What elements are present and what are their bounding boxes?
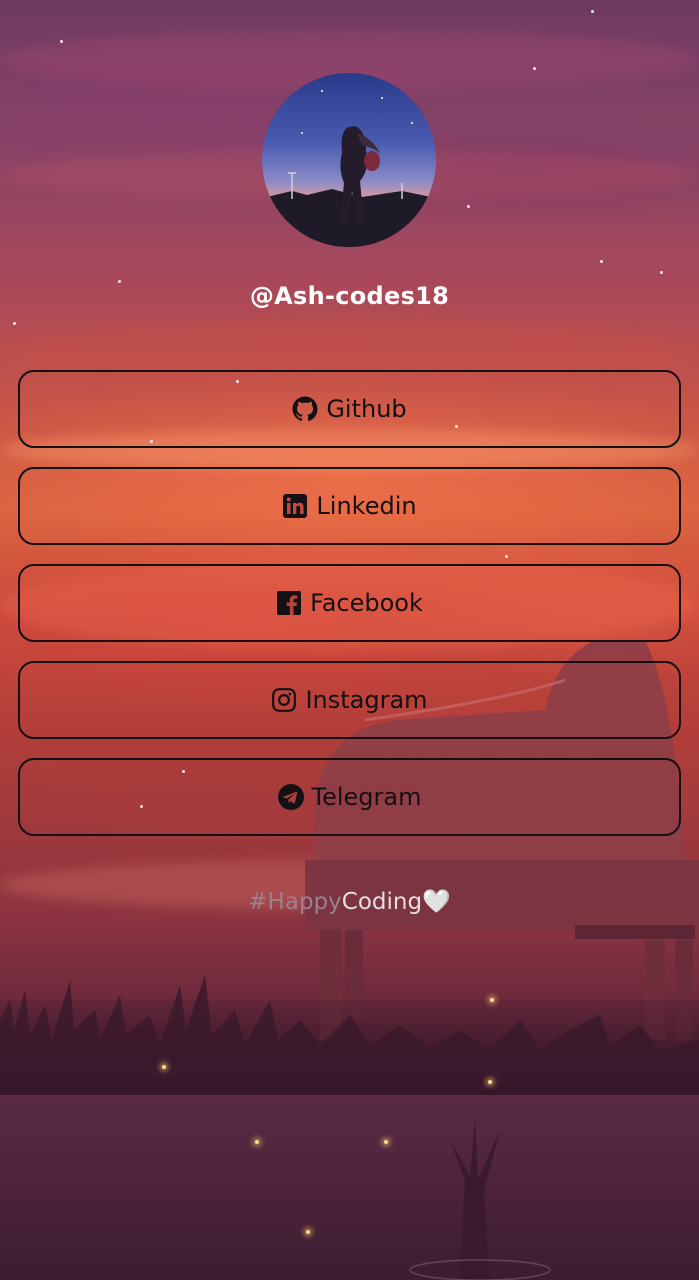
github-link-button[interactable]: Github (18, 370, 681, 448)
instagram-icon (271, 687, 297, 713)
star (600, 260, 603, 263)
firefly (488, 1080, 492, 1084)
star (60, 40, 63, 43)
firefly (306, 1230, 310, 1234)
page-background: @Ash-codes18 Github Linkedin Facebook In… (0, 0, 699, 1280)
firefly (384, 1140, 388, 1144)
star (533, 67, 536, 70)
telegram-link-button[interactable]: Telegram (18, 758, 681, 836)
telegram-label: Telegram (311, 783, 422, 811)
firefly (255, 1140, 259, 1144)
reeds-silhouette (409, 1120, 551, 1280)
tagline-hash: #Happy (248, 889, 342, 915)
grass-silhouette (0, 975, 699, 1070)
star (467, 205, 470, 208)
avatar (262, 73, 436, 247)
linkedin-link-button[interactable]: Linkedin (18, 467, 681, 545)
firefly (490, 998, 494, 1002)
facebook-link-button[interactable]: Facebook (18, 564, 681, 642)
footer-tagline: #HappyCoding🤍 (0, 888, 699, 915)
star (660, 271, 663, 274)
telegram-icon (277, 784, 304, 810)
star (13, 322, 16, 325)
link-list: Github Linkedin Facebook Instagram Teleg (18, 370, 681, 855)
facebook-icon (276, 590, 302, 616)
star (591, 10, 594, 13)
water-reflection (0, 1095, 699, 1280)
linkedin-label: Linkedin (316, 492, 417, 520)
username: @Ash-codes18 (249, 282, 450, 310)
linkedin-icon (282, 493, 308, 519)
github-icon (292, 396, 318, 422)
instagram-label: Instagram (305, 686, 428, 714)
instagram-link-button[interactable]: Instagram (18, 661, 681, 739)
firefly (162, 1065, 166, 1069)
tagline-coding: Coding (341, 889, 423, 915)
github-label: Github (326, 395, 407, 423)
facebook-label: Facebook (310, 589, 423, 617)
heart-icon: 🤍 (422, 889, 451, 915)
